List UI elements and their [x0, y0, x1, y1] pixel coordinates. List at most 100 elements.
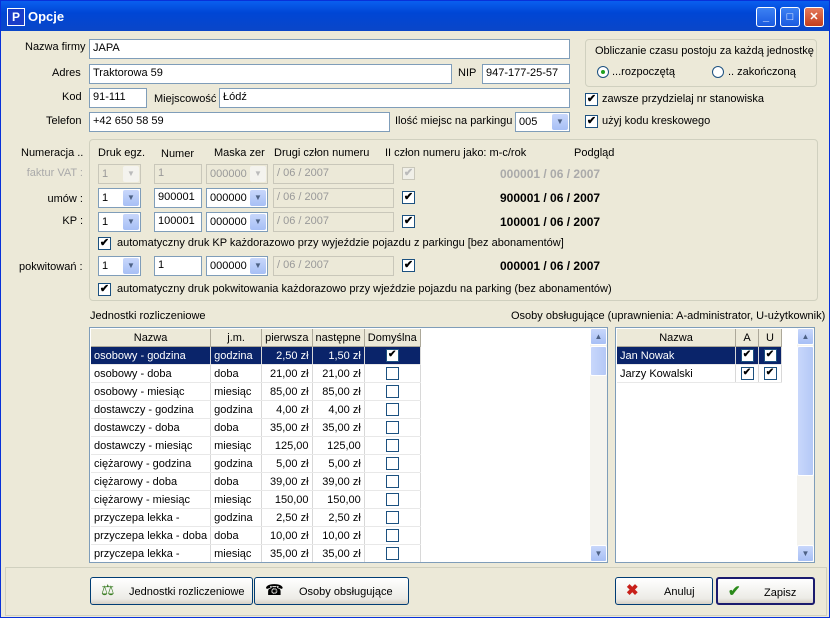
units-row[interactable]: ciężarowy - doba doba 39,00 zł 39,00 zł	[91, 472, 421, 491]
receipt-month-year-checkbox[interactable]: ✔	[402, 259, 415, 272]
invoice-number-input[interactable]: 1	[154, 164, 202, 184]
radio-started-label: ...rozpoczętą	[612, 66, 675, 78]
contract-row-label: umów :	[47, 193, 83, 205]
default-checkbox[interactable]	[385, 385, 399, 398]
scroll-thumb[interactable]	[590, 346, 607, 376]
default-checkbox[interactable]	[385, 547, 399, 560]
nip-input[interactable]: 947-177-25-57	[482, 64, 570, 84]
units-row[interactable]: ciężarowy - godzina godzina 5,00 zł 5,00 zł	[91, 454, 421, 473]
radio-finished[interactable]	[712, 66, 724, 78]
default-checkbox[interactable]	[385, 493, 399, 506]
invoice-copies-select[interactable]: 1 ▼	[98, 164, 141, 184]
default-checkbox[interactable]	[385, 421, 399, 434]
chevron-down-icon: ▼	[123, 214, 139, 230]
auto-kp-checkbox[interactable]: ✔	[98, 237, 111, 250]
default-checkbox[interactable]: ✔	[385, 349, 399, 362]
units-row[interactable]: osobowy - miesiąc miesiąc 85,00 zł 85,00 zł	[91, 382, 421, 401]
default-checkbox[interactable]	[385, 475, 399, 488]
cancel-button[interactable]: ✖ Anuluj	[615, 577, 713, 605]
units-cell-first: 4,00 zł	[261, 400, 313, 419]
admin-checkbox[interactable]: ✔	[740, 349, 754, 362]
scroll-up-icon[interactable]: ▲	[590, 328, 607, 345]
contract-month-year-checkbox[interactable]: ✔	[402, 191, 415, 204]
scroll-thumb[interactable]	[797, 346, 814, 476]
units-cell-name: ciężarowy - godzina	[91, 454, 212, 473]
units-row[interactable]: dostawczy - miesiąc miesiąc 125,00 125,00	[91, 436, 421, 455]
units-col-name[interactable]: Nazwa	[91, 329, 212, 347]
kp-mask-select[interactable]: 000000 ▼	[206, 212, 268, 232]
barcode-checkbox[interactable]: ✔	[585, 115, 598, 128]
units-row[interactable]: przyczepa lekka - doba doba 10,00 zł 10,00 …	[91, 526, 421, 545]
scroll-down-icon[interactable]: ▼	[797, 545, 814, 562]
contract-copies-select[interactable]: 1 ▼	[98, 188, 141, 208]
units-scrollbar[interactable]: ▲ ▼	[590, 328, 607, 562]
units-row[interactable]: osobowy - doba doba 21,00 zł 21,00 zł	[91, 364, 421, 383]
kp-number-input[interactable]: 100001	[154, 212, 202, 232]
units-row[interactable]: przyczepa lekka - godzina 2,50 zł 2,50 zł	[91, 508, 421, 527]
kp-second-input[interactable]: / 06 / 2007	[273, 212, 394, 232]
receipt-mask-select[interactable]: 000000 ▼	[206, 256, 268, 276]
users-row[interactable]: Jan Nowak ✔ ✔	[617, 346, 782, 365]
default-checkbox[interactable]	[385, 529, 399, 542]
scroll-down-icon[interactable]: ▼	[590, 545, 607, 562]
address-input[interactable]: Traktorowa 59	[89, 64, 452, 84]
scroll-up-icon[interactable]: ▲	[797, 328, 814, 345]
admin-checkbox[interactable]: ✔	[740, 367, 754, 380]
close-button[interactable]: ✕	[804, 7, 824, 27]
chevron-down-icon: ▼	[250, 214, 266, 230]
units-cell-unit: godzina	[210, 400, 263, 419]
invoice-month-year-checkbox[interactable]: ✔	[402, 167, 415, 180]
users-row[interactable]: Jarzy Kowalski ✔ ✔	[617, 364, 782, 383]
chevron-down-icon: ▼	[552, 114, 568, 130]
units-button[interactable]: ⚖ Jednostki rozliczeniowe	[90, 577, 253, 605]
contract-mask-select[interactable]: 000000 ▼	[206, 188, 268, 208]
assign-stand-checkbox[interactable]: ✔	[585, 93, 598, 106]
invoice-second-input[interactable]: / 06 / 2007	[273, 164, 394, 184]
places-select[interactable]: 005 ▼	[515, 112, 570, 132]
user-checkbox[interactable]: ✔	[763, 367, 777, 380]
default-checkbox[interactable]	[385, 511, 399, 524]
users-col-user[interactable]: U	[758, 329, 782, 347]
units-row[interactable]: dostawczy - godzina godzina 4,00 zł 4,00 zł	[91, 400, 421, 419]
contract-number-input[interactable]: 900001	[154, 188, 202, 208]
default-checkbox[interactable]	[385, 457, 399, 470]
company-name-input[interactable]: JAPA	[89, 39, 570, 59]
auto-receipt-checkbox[interactable]: ✔	[98, 283, 111, 296]
units-row[interactable]: dostawczy - doba doba 35,00 zł 35,00 zł	[91, 418, 421, 437]
phone-input[interactable]: +42 650 58 59	[89, 112, 390, 132]
users-col-admin[interactable]: A	[735, 329, 759, 347]
save-button[interactable]: ✔ Zapisz	[716, 577, 815, 605]
default-checkbox[interactable]	[385, 367, 399, 380]
units-col-first[interactable]: pierwsza	[261, 329, 313, 347]
user-checkbox[interactable]: ✔	[763, 349, 777, 362]
units-col-next[interactable]: następne	[312, 329, 365, 347]
minimize-button[interactable]: _	[756, 7, 776, 27]
receipt-number-input[interactable]: 1	[154, 256, 202, 276]
units-cell-default	[364, 472, 421, 491]
default-checkbox[interactable]	[385, 403, 399, 416]
users-button[interactable]: ☎ Osoby obsługujące	[254, 577, 409, 605]
invoice-mask-select[interactable]: 000000 ▼	[206, 164, 268, 184]
units-cell-next: 4,00 zł	[312, 400, 365, 419]
postcode-input[interactable]: 91-111	[89, 88, 147, 108]
units-row[interactable]: ciężarowy - miesiąc miesiąc 150,00 150,00	[91, 490, 421, 509]
units-col-unit[interactable]: j.m.	[210, 329, 263, 347]
users-col-name[interactable]: Nazwa	[617, 329, 736, 347]
default-checkbox[interactable]	[385, 439, 399, 452]
units-row[interactable]: przyczepa lekka - miesiąc 35,00 zł 35,00 zł	[91, 544, 421, 562]
radio-started[interactable]	[597, 66, 609, 78]
kp-month-year-checkbox[interactable]: ✔	[402, 215, 415, 228]
users-cell-u: ✔	[758, 364, 782, 383]
receipt-copies-select[interactable]: 1 ▼	[98, 256, 141, 276]
city-input[interactable]: Łódź	[219, 88, 570, 108]
units-col-default[interactable]: Domyślna	[364, 329, 421, 347]
window-title: Opcje	[28, 9, 65, 24]
maximize-button[interactable]: □	[780, 7, 800, 27]
contract-second-input[interactable]: / 06 / 2007	[273, 188, 394, 208]
units-row[interactable]: osobowy - godzina godzina 2,50 zł 1,50 zł ✔	[91, 346, 421, 365]
chevron-down-icon: ▼	[250, 166, 266, 182]
receipt-second-input[interactable]: / 06 / 2007	[273, 256, 394, 276]
kp-copies-select[interactable]: 1 ▼	[98, 212, 141, 232]
kp-row-label: KP :	[62, 215, 83, 227]
users-scrollbar[interactable]: ▲ ▼	[797, 328, 814, 562]
